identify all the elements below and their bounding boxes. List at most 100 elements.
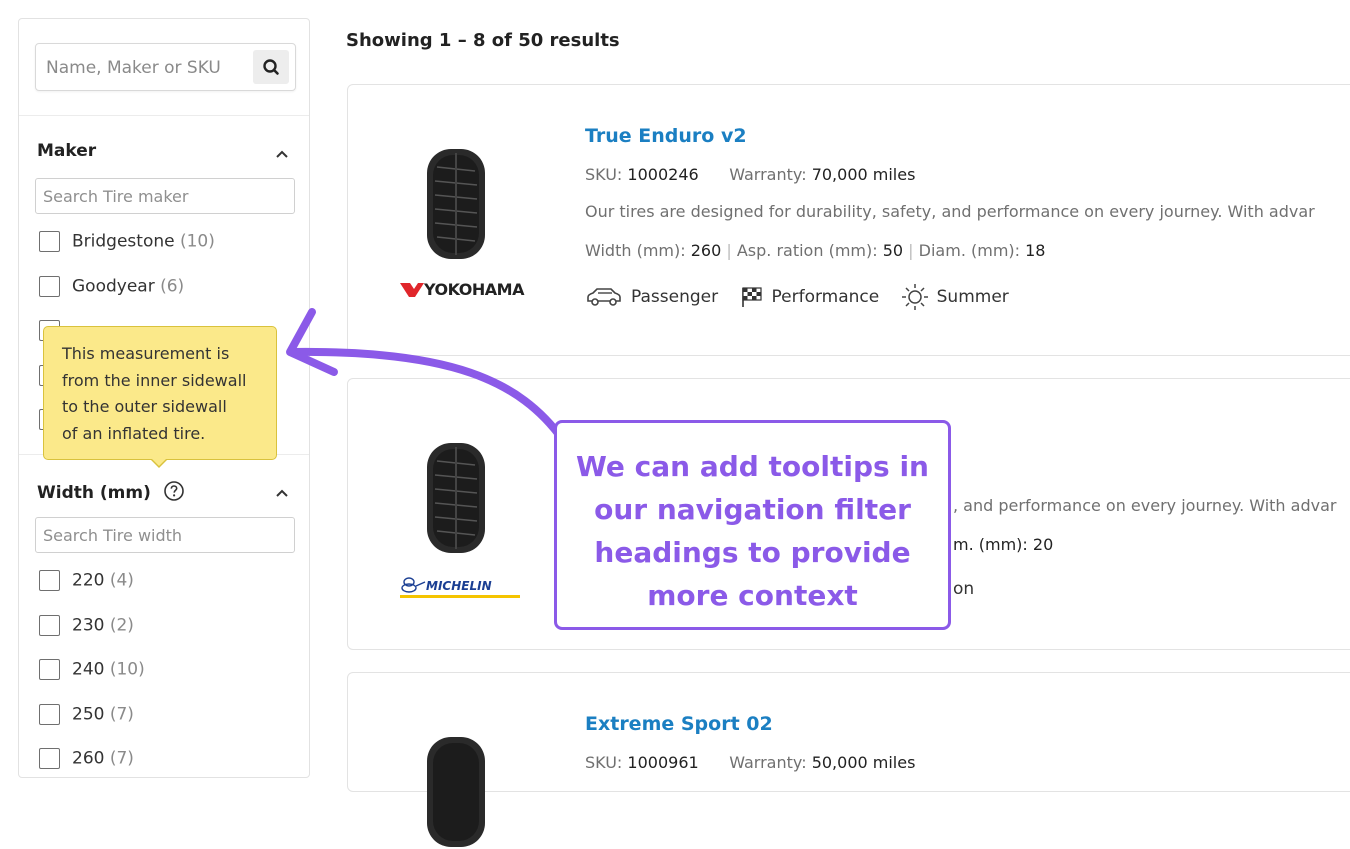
product-dimensions: m. (mm): 20 (953, 535, 1054, 554)
option-label: 240 (72, 659, 105, 680)
tooltip-line: of an inflated tire. (62, 423, 206, 443)
width-search-input[interactable]: Search Tire width (35, 517, 295, 553)
brand-name: MICHELIN (426, 579, 492, 593)
width-option-250[interactable]: 250 (7) (39, 704, 134, 728)
product-description: Our tires are designed for durability, s… (585, 202, 1315, 221)
callout-line: headings to provide (594, 536, 911, 569)
tag-performance: Performance (740, 285, 880, 309)
checkbox[interactable] (39, 615, 60, 636)
sku-search: Name, Maker or SKU (35, 43, 296, 91)
tooltip-pointer (151, 458, 167, 466)
option-label: 260 (72, 748, 105, 769)
maker-filter-title: Maker (37, 141, 97, 161)
option-count: (6) (160, 276, 185, 297)
width-option-240[interactable]: 240 (10) (39, 659, 145, 683)
car-icon (587, 288, 621, 306)
brand-underline (400, 595, 520, 598)
product-meta: SKU: 1000246 Warranty: 70,000 miles (585, 165, 915, 184)
brand-logo-yokohama: YOKOHAMA (400, 280, 524, 299)
option-label: Bridgestone (72, 231, 175, 252)
maker-option-goodyear[interactable]: Goodyear (6) (39, 276, 184, 300)
tooltip-line: from the inner sidewall (62, 370, 247, 390)
tag-label: Passenger (631, 287, 719, 307)
option-count: (7) (109, 748, 134, 769)
sku-value: 1000246 (627, 165, 699, 184)
ratio-value: 50 (882, 241, 904, 260)
option-label: Goodyear (72, 276, 155, 297)
product-tags: Passenger Performance Summer (585, 283, 1025, 311)
search-icon (263, 59, 279, 75)
callout-line: more context (647, 579, 858, 612)
tire-image (427, 149, 485, 259)
sku-label: SKU: (585, 165, 623, 184)
tooltip-line: to the outer sidewall (62, 397, 227, 416)
warranty-label: Warranty: (729, 165, 807, 184)
annotation-callout: We can add tooltips in our navigation fi… (554, 420, 951, 630)
search-button[interactable] (253, 50, 289, 84)
product-dimensions: Width (mm): 260 | Asp. ration (mm): 50 |… (585, 241, 1046, 260)
option-count: (10) (109, 659, 145, 680)
product-meta: SKU: 1000961 Warranty: 50,000 miles (585, 753, 915, 772)
maker-search-input[interactable]: Search Tire maker (35, 178, 295, 214)
checkered-flag-icon (741, 287, 762, 307)
sku-search-input[interactable]: Name, Maker or SKU (46, 58, 221, 78)
tire-image (427, 737, 485, 847)
chevron-up-icon[interactable] (273, 147, 291, 161)
option-count: (2) (109, 615, 134, 636)
warranty-value: 70,000 miles (811, 165, 916, 184)
brand-logo-michelin: MICHELIN (400, 576, 520, 598)
width-option-220[interactable]: 220 (4) (39, 570, 134, 594)
width-option-230[interactable]: 230 (2) (39, 615, 134, 639)
product-card[interactable]: YOKOHAMA True Enduro v2 SKU: 1000246 War… (347, 84, 1350, 356)
checkbox[interactable] (39, 276, 60, 297)
callout-line: our navigation filter (594, 493, 911, 526)
divider (19, 115, 309, 116)
width-filter-title: Width (mm) (37, 480, 185, 503)
width-value: 260 (690, 241, 722, 260)
warranty-label: Warranty: (729, 753, 807, 772)
checkbox[interactable] (39, 570, 60, 591)
ratio-label: Asp. ration (mm): (736, 241, 878, 260)
diam-value: 18 (1025, 241, 1046, 260)
maker-search-placeholder: Search Tire maker (43, 187, 189, 206)
tag-label: Summer (936, 287, 1009, 307)
option-label: 250 (72, 704, 105, 725)
callout-line: We can add tooltips in (576, 450, 929, 483)
tag-label: Performance (771, 287, 880, 307)
results-count: Showing 1 – 8 of 50 results (346, 30, 620, 51)
tag-summer: Summer (901, 283, 1009, 311)
width-help-tooltip: This measurement is from the inner sidew… (43, 326, 277, 460)
tooltip-line: This measurement is (62, 344, 230, 363)
checkbox[interactable] (39, 659, 60, 680)
option-count: (7) (109, 704, 134, 725)
brand-name: YOKOHAMA (424, 280, 524, 299)
tag-passenger: Passenger (585, 286, 718, 308)
maker-option-bridgestone[interactable]: Bridgestone (10) (39, 231, 215, 255)
chevron-up-icon[interactable] (273, 486, 291, 500)
checkbox[interactable] (39, 231, 60, 252)
yokohama-mark-icon (400, 283, 424, 297)
help-icon[interactable] (163, 480, 185, 502)
option-count: (4) (109, 570, 134, 591)
checkbox[interactable] (39, 704, 60, 725)
tire-image (427, 443, 485, 553)
option-label: 220 (72, 570, 105, 591)
diam-label: Diam. (mm): (918, 241, 1021, 260)
product-title[interactable]: Extreme Sport 02 (585, 713, 773, 735)
michelin-man-icon (401, 577, 426, 593)
width-search-placeholder: Search Tire width (43, 526, 183, 545)
sku-label: SKU: (585, 753, 623, 772)
width-option-260[interactable]: 260 (7) (39, 748, 134, 772)
sku-value: 1000961 (627, 753, 699, 772)
product-title[interactable]: True Enduro v2 (585, 125, 747, 147)
width-filter-label: Width (mm) (37, 483, 151, 503)
checkbox[interactable] (39, 748, 60, 769)
option-count: (10) (179, 231, 215, 252)
warranty-value: 50,000 miles (811, 753, 916, 772)
product-tags: on (953, 579, 975, 599)
sun-icon (901, 284, 928, 310)
product-card[interactable]: Extreme Sport 02 SKU: 1000961 Warranty: … (347, 672, 1350, 847)
product-description: , and performance on every journey. With… (953, 496, 1337, 515)
option-label: 230 (72, 615, 105, 636)
width-label: Width (mm): (585, 241, 686, 260)
